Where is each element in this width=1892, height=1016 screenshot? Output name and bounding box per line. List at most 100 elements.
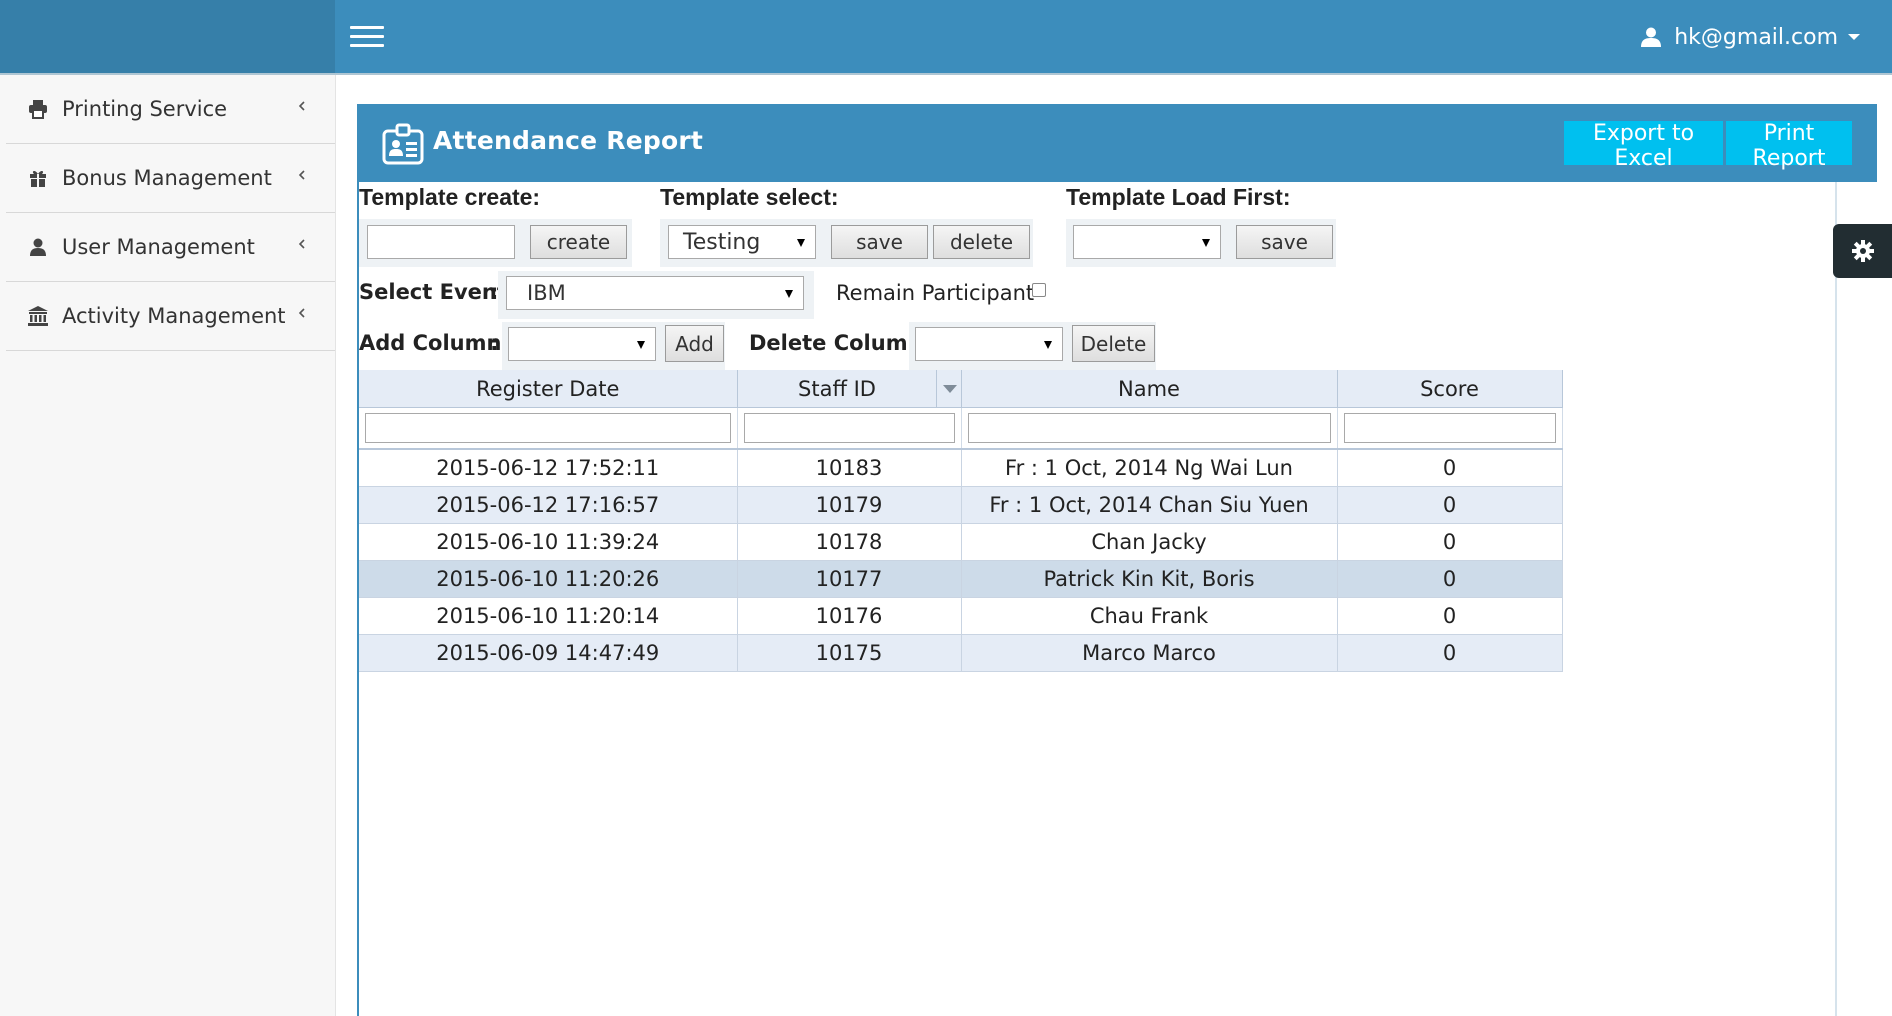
filter-cell <box>1337 407 1563 450</box>
column-header-score[interactable]: Score <box>1337 370 1563 408</box>
cell-staff-id: 10177 <box>737 560 962 598</box>
settings-toggle[interactable] <box>1833 224 1892 278</box>
cell-score: 0 <box>1337 634 1563 672</box>
column-header-label: Score <box>1420 376 1479 401</box>
user-icon <box>1641 27 1662 47</box>
create-template-button[interactable]: create <box>530 225 627 259</box>
table-row[interactable]: 2015-06-10 11:39:24 10178 Chan Jacky 0 <box>359 523 1563 561</box>
cell-staff-id: 10175 <box>737 634 962 672</box>
cell-register-date: 2015-06-12 17:52:11 <box>359 449 738 487</box>
column-header-label: Staff ID <box>798 376 876 401</box>
template-load-first-dropdown[interactable] <box>1073 225 1221 259</box>
filter-name-input[interactable] <box>967 413 1331 443</box>
column-header-staff-id[interactable]: Staff ID <box>737 370 962 408</box>
chevron-left-icon <box>298 170 305 180</box>
cell-name: Fr : 1 Oct, 2014 Chan Siu Yuen <box>961 486 1338 524</box>
cell-score: 0 <box>1337 449 1563 487</box>
id-card-icon <box>382 123 424 165</box>
column-header-register-date[interactable]: Register Date <box>359 370 738 408</box>
cell-name: Chan Jacky <box>961 523 1338 561</box>
export-to-excel-button[interactable]: Export to Excel <box>1564 121 1723 171</box>
bank-icon <box>26 304 50 328</box>
sidebar: Printing Service Bonus Management User M… <box>0 75 336 1016</box>
cell-register-date: 2015-06-12 17:16:57 <box>359 486 738 524</box>
cell-name: Patrick Kin Kit, Boris <box>961 560 1338 598</box>
top-navbar: hk@gmail.com <box>0 0 1892 73</box>
hamburger-menu-icon[interactable] <box>350 24 384 50</box>
table-row[interactable]: 2015-06-09 14:47:49 10175 Marco Marco 0 <box>359 634 1563 672</box>
remain-participant-label: Remain Participant <box>836 281 1035 305</box>
cell-register-date: 2015-06-09 14:47:49 <box>359 634 738 672</box>
delete-template-button[interactable]: delete <box>933 225 1030 259</box>
delete-column-dropdown[interactable] <box>915 327 1063 361</box>
filter-row <box>359 407 1563 450</box>
cell-name: Marco Marco <box>961 634 1338 672</box>
template-select-dropdown[interactable]: Testing <box>668 225 816 259</box>
user-menu[interactable]: hk@gmail.com <box>1640 20 1860 54</box>
save-load-first-button[interactable]: save <box>1236 225 1333 259</box>
save-template-button[interactable]: save <box>831 225 928 259</box>
cell-staff-id: 10178 <box>737 523 962 561</box>
cell-register-date: 2015-06-10 11:39:24 <box>359 523 738 561</box>
template-select-label: Template select: <box>660 184 839 210</box>
user-icon <box>26 235 50 259</box>
table-row[interactable]: 2015-06-10 11:20:14 10176 Chau Frank 0 <box>359 597 1563 635</box>
column-header-label: Name <box>1118 376 1180 401</box>
column-header-name[interactable]: Name <box>961 370 1338 408</box>
gear-icon <box>1851 240 1874 262</box>
chevron-left-icon <box>298 308 305 318</box>
add-column-button[interactable]: Add <box>665 325 724 362</box>
filter-score-input[interactable] <box>1343 413 1556 443</box>
remain-participant-checkbox[interactable] <box>1032 283 1046 297</box>
sidebar-item-user-management[interactable]: User Management <box>6 213 335 282</box>
column-menu-button[interactable] <box>935 370 961 407</box>
sort-arrow-icon <box>942 385 957 393</box>
print-report-button[interactable]: Print Report <box>1726 121 1852 171</box>
cell-score: 0 <box>1337 597 1563 635</box>
select-event-label: Select Event <box>359 280 507 304</box>
delete-column-button[interactable]: Delete <box>1072 325 1155 362</box>
filter-cell <box>737 407 962 450</box>
sidebar-item-label: User Management <box>62 235 255 259</box>
cell-staff-id: 10179 <box>737 486 962 524</box>
sidebar-item-activity-management[interactable]: Activity Management <box>6 282 335 351</box>
sidebar-item-label: Bonus Management <box>62 166 272 190</box>
table-row-selected[interactable]: 2015-06-10 11:20:26 10177 Patrick Kin Ki… <box>359 560 1563 598</box>
cell-staff-id: 10183 <box>737 449 962 487</box>
template-load-first-label: Template Load First: <box>1066 184 1291 210</box>
table-header-row: Register Date Staff ID Name Score <box>359 370 1563 408</box>
chevron-down-icon <box>1848 34 1860 40</box>
printer-icon <box>26 97 50 121</box>
cell-staff-id: 10176 <box>737 597 962 635</box>
sidebar-item-label: Printing Service <box>62 97 228 121</box>
dropdown-arrow-icon <box>785 290 793 298</box>
table-row[interactable]: 2015-06-12 17:16:57 10179 Fr : 1 Oct, 20… <box>359 486 1563 524</box>
sidebar-item-bonus-management[interactable]: Bonus Management <box>6 144 335 213</box>
filter-staff-id-input[interactable] <box>743 413 955 443</box>
attendance-table: Register Date Staff ID Name Score 2015-0… <box>359 370 1563 672</box>
cell-name: Fr : 1 Oct, 2014 Ng Wai Lun <box>961 449 1338 487</box>
cell-score: 0 <box>1337 486 1563 524</box>
filter-register-date-input[interactable] <box>365 413 731 443</box>
event-select-dropdown[interactable]: IBM <box>506 276 804 310</box>
panel-header: Attendance Report Export to Excel Print … <box>357 104 1877 182</box>
template-create-label: Template create: <box>359 184 541 210</box>
filter-cell <box>359 407 738 450</box>
logo-area <box>0 0 335 73</box>
add-column-colon: : <box>490 331 499 355</box>
add-column-label: Add Column <box>359 331 502 355</box>
table-row[interactable]: 2015-06-12 17:52:11 10183 Fr : 1 Oct, 20… <box>359 449 1563 487</box>
chevron-left-icon <box>298 239 305 249</box>
cell-score: 0 <box>1337 523 1563 561</box>
sidebar-item-label: Activity Management <box>62 304 286 328</box>
dropdown-arrow-icon <box>637 341 645 349</box>
sidebar-item-printing-service[interactable]: Printing Service <box>6 75 335 144</box>
cell-score: 0 <box>1337 560 1563 598</box>
cell-register-date: 2015-06-10 11:20:14 <box>359 597 738 635</box>
template-name-input[interactable] <box>367 225 515 259</box>
dropdown-arrow-icon <box>797 239 805 247</box>
add-column-dropdown[interactable] <box>508 327 656 361</box>
event-select-value: IBM <box>527 281 566 305</box>
column-header-label: Register Date <box>476 376 620 401</box>
user-email: hk@gmail.com <box>1674 24 1838 50</box>
